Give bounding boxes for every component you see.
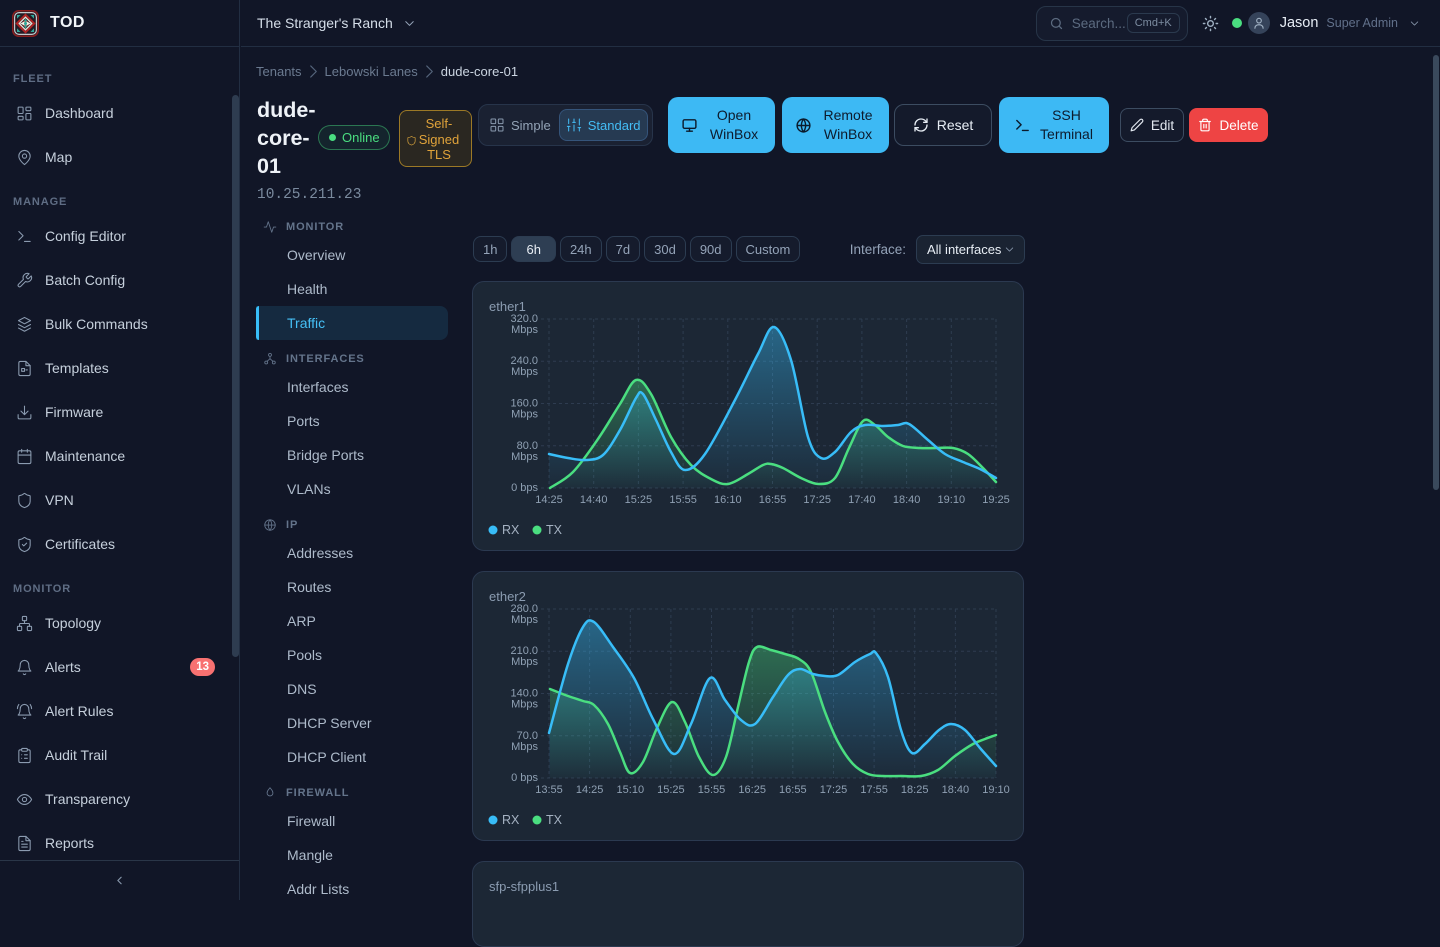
svg-text:17:25: 17:25: [820, 784, 848, 796]
svg-text:14:25: 14:25: [535, 494, 563, 506]
svg-text:Mbps: Mbps: [511, 614, 538, 626]
svg-text:19:25: 19:25: [982, 494, 1010, 506]
svg-text:17:55: 17:55: [860, 784, 888, 796]
svg-text:19:10: 19:10: [982, 784, 1010, 796]
svg-text:Mbps: Mbps: [511, 324, 538, 336]
svg-text:Mbps: Mbps: [511, 409, 538, 421]
svg-text:16:55: 16:55: [759, 494, 787, 506]
svg-text:15:55: 15:55: [669, 494, 697, 506]
svg-text:Mbps: Mbps: [511, 656, 538, 668]
svg-text:18:25: 18:25: [901, 784, 929, 796]
svg-text:17:25: 17:25: [803, 494, 831, 506]
svg-text:16:25: 16:25: [738, 784, 766, 796]
svg-text:17:40: 17:40: [848, 494, 876, 506]
svg-text:15:10: 15:10: [617, 784, 645, 796]
svg-text:14:40: 14:40: [580, 494, 608, 506]
svg-text:TX: TX: [546, 813, 563, 827]
svg-text:TX: TX: [546, 523, 563, 537]
svg-text:16:55: 16:55: [779, 784, 807, 796]
svg-text:19:10: 19:10: [938, 494, 966, 506]
svg-text:RX: RX: [502, 523, 520, 537]
svg-text:14:25: 14:25: [576, 784, 604, 796]
svg-text:13:55: 13:55: [535, 784, 563, 796]
svg-text:18:40: 18:40: [893, 494, 921, 506]
svg-text:Mbps: Mbps: [511, 741, 538, 753]
svg-text:Mbps: Mbps: [511, 451, 538, 463]
svg-text:18:40: 18:40: [942, 784, 970, 796]
svg-text:15:25: 15:25: [657, 784, 685, 796]
svg-text:15:25: 15:25: [625, 494, 653, 506]
svg-text:0 bps: 0 bps: [511, 772, 538, 784]
svg-text:0 bps: 0 bps: [511, 482, 538, 494]
svg-text:Mbps: Mbps: [511, 366, 538, 378]
svg-text:RX: RX: [502, 813, 520, 827]
svg-text:Mbps: Mbps: [511, 699, 538, 711]
svg-text:16:10: 16:10: [714, 494, 742, 506]
svg-text:15:55: 15:55: [698, 784, 726, 796]
